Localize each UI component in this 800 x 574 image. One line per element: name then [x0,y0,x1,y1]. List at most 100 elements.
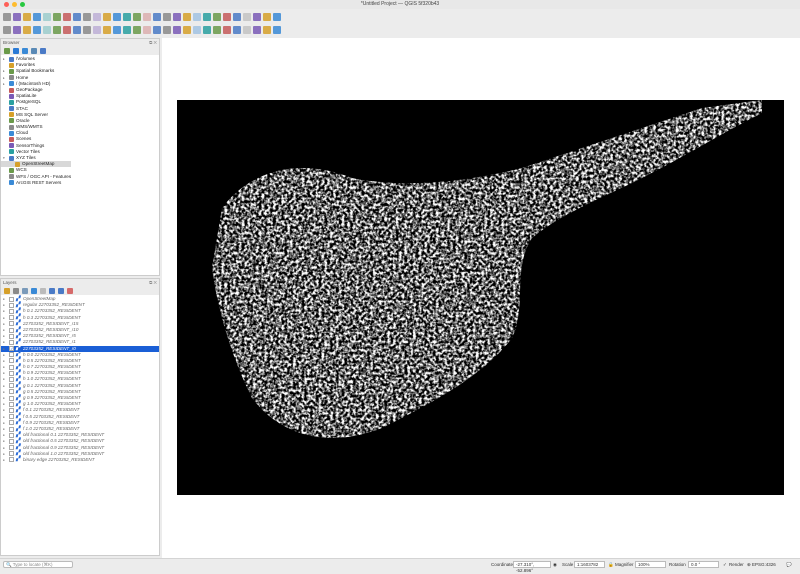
statistics-icon[interactable] [233,13,241,21]
zoom-next-icon[interactable] [153,13,161,21]
refresh-icon[interactable] [183,13,191,21]
zoom-to-selection-icon[interactable] [113,13,121,21]
open-attribute-table-icon[interactable] [223,13,231,21]
layer-visibility-checkbox[interactable] [9,339,14,345]
properties-icon[interactable] [40,47,46,54]
filter-by-expression-icon[interactable] [40,287,46,294]
layer-visibility-checkbox[interactable] [9,414,14,420]
lock-scale-icon[interactable]: 🔒 [608,561,614,568]
render-checkbox[interactable]: ✓ [723,561,727,568]
layer-visibility-checkbox[interactable] [9,451,14,457]
move-label-icon[interactable] [223,26,231,34]
layer-visibility-checkbox[interactable] [9,358,14,364]
panel-buttons[interactable]: ⧉ ✕ [149,39,157,46]
paste-icon[interactable] [163,26,171,34]
layer-visibility-checkbox[interactable] [9,407,14,413]
move-feature-icon[interactable] [113,26,121,34]
python-console-icon[interactable] [263,26,271,34]
identify-features-icon[interactable] [213,13,221,21]
new-virtual-layer-icon[interactable] [43,26,51,34]
collapse-all-icon[interactable] [58,287,64,294]
filter-icon[interactable] [22,47,28,54]
zoom-in-icon[interactable] [83,13,91,21]
refresh-icon[interactable] [13,47,19,54]
layer-visibility-checkbox[interactable] [9,321,14,327]
vertex-tool-icon[interactable] [123,26,131,34]
minimize-window-button[interactable] [12,2,17,7]
zoom-full-icon[interactable] [103,13,111,21]
save-edits-icon[interactable] [93,26,101,34]
panel-buttons[interactable]: ⧉ ✕ [149,279,157,286]
layer-visibility-checkbox[interactable] [9,395,14,401]
rotation-field[interactable]: 0.0 ° [688,561,719,568]
layer-visibility-checkbox[interactable] [9,296,14,302]
layer-visibility-checkbox[interactable] [9,457,14,463]
chevron-right-icon[interactable]: ▸ [3,56,7,62]
magnifier-field[interactable]: 100% [635,561,666,568]
cut-icon[interactable] [143,26,151,34]
layer-visibility-checkbox[interactable] [9,370,14,376]
save-as-icon[interactable] [33,13,41,21]
zoom-last-icon[interactable] [143,13,151,21]
copy-icon[interactable] [153,26,161,34]
map-canvas[interactable] [162,38,800,558]
select-icon[interactable] [193,13,201,21]
zoom-native-icon[interactable] [133,13,141,21]
locator-search-input[interactable]: 🔍 Type to locate (⌘K) [3,561,73,568]
layer-visibility-checkbox[interactable] [9,352,14,358]
new-project-icon[interactable] [3,13,11,21]
measure-icon[interactable] [253,13,261,21]
new-map-view-icon[interactable] [163,13,171,21]
add-raster-icon[interactable] [53,26,61,34]
chevron-down-icon[interactable]: ▾ [3,155,7,161]
undo-icon[interactable] [173,26,181,34]
sum-icon[interactable] [243,13,251,21]
label-icon[interactable] [193,26,201,34]
remove-layer-icon[interactable] [67,287,73,294]
add-group-icon[interactable] [13,287,19,294]
layer-visibility-checkbox[interactable] [9,426,14,432]
help-icon[interactable] [273,26,281,34]
deselect-icon[interactable] [203,13,211,21]
manage-map-themes-icon[interactable] [22,287,28,294]
filter-legend-icon[interactable] [31,287,37,294]
new-shapefile-icon[interactable] [23,26,31,34]
show-labels-icon[interactable] [213,26,221,34]
digitize-icon[interactable] [103,26,111,34]
layer-visibility-checkbox[interactable] [9,308,14,314]
current-edits-icon[interactable] [73,26,81,34]
messages-icon[interactable]: 💬 [786,561,792,568]
pin-labels-icon[interactable] [203,26,211,34]
expand-all-icon[interactable] [49,287,55,294]
data-source-manager-icon[interactable] [3,26,11,34]
zoom-to-layer-icon[interactable] [123,13,131,21]
chevron-right-icon[interactable]: ▸ [3,457,7,463]
pan-icon[interactable] [63,13,71,21]
scale-field[interactable]: 1:1603782 [574,561,605,568]
map-tips-icon[interactable] [263,13,271,21]
layer-visibility-checkbox[interactable] [9,333,14,339]
add-selected-icon[interactable] [4,47,10,54]
collapse-all-icon[interactable] [31,47,37,54]
layer-visibility-checkbox[interactable]: ✓ [9,346,14,352]
zoom-window-button[interactable] [20,2,25,7]
layer-visibility-checkbox[interactable] [9,432,14,438]
layer-visibility-checkbox[interactable] [9,445,14,451]
layer-visibility-checkbox[interactable] [9,420,14,426]
style-manager-icon[interactable] [53,13,61,21]
layer-visibility-checkbox[interactable] [9,377,14,383]
chevron-right-icon[interactable]: ▸ [3,81,7,87]
layer-visibility-checkbox[interactable] [9,327,14,333]
zoom-out-icon[interactable] [93,13,101,21]
print-layout-icon[interactable] [43,13,51,21]
annotations-icon[interactable] [273,13,281,21]
add-vector-icon[interactable] [63,26,71,34]
layer-visibility-checkbox[interactable] [9,401,14,407]
change-label-icon[interactable] [243,26,251,34]
layer-visibility-checkbox[interactable] [9,364,14,370]
plugins-python-icon[interactable] [253,26,261,34]
layer-visibility-checkbox[interactable] [9,383,14,389]
layer-visibility-checkbox[interactable] [9,389,14,395]
browser-item[interactable]: ArcGIS REST Servers [1,180,159,186]
layer-visibility-checkbox[interactable] [9,315,14,321]
